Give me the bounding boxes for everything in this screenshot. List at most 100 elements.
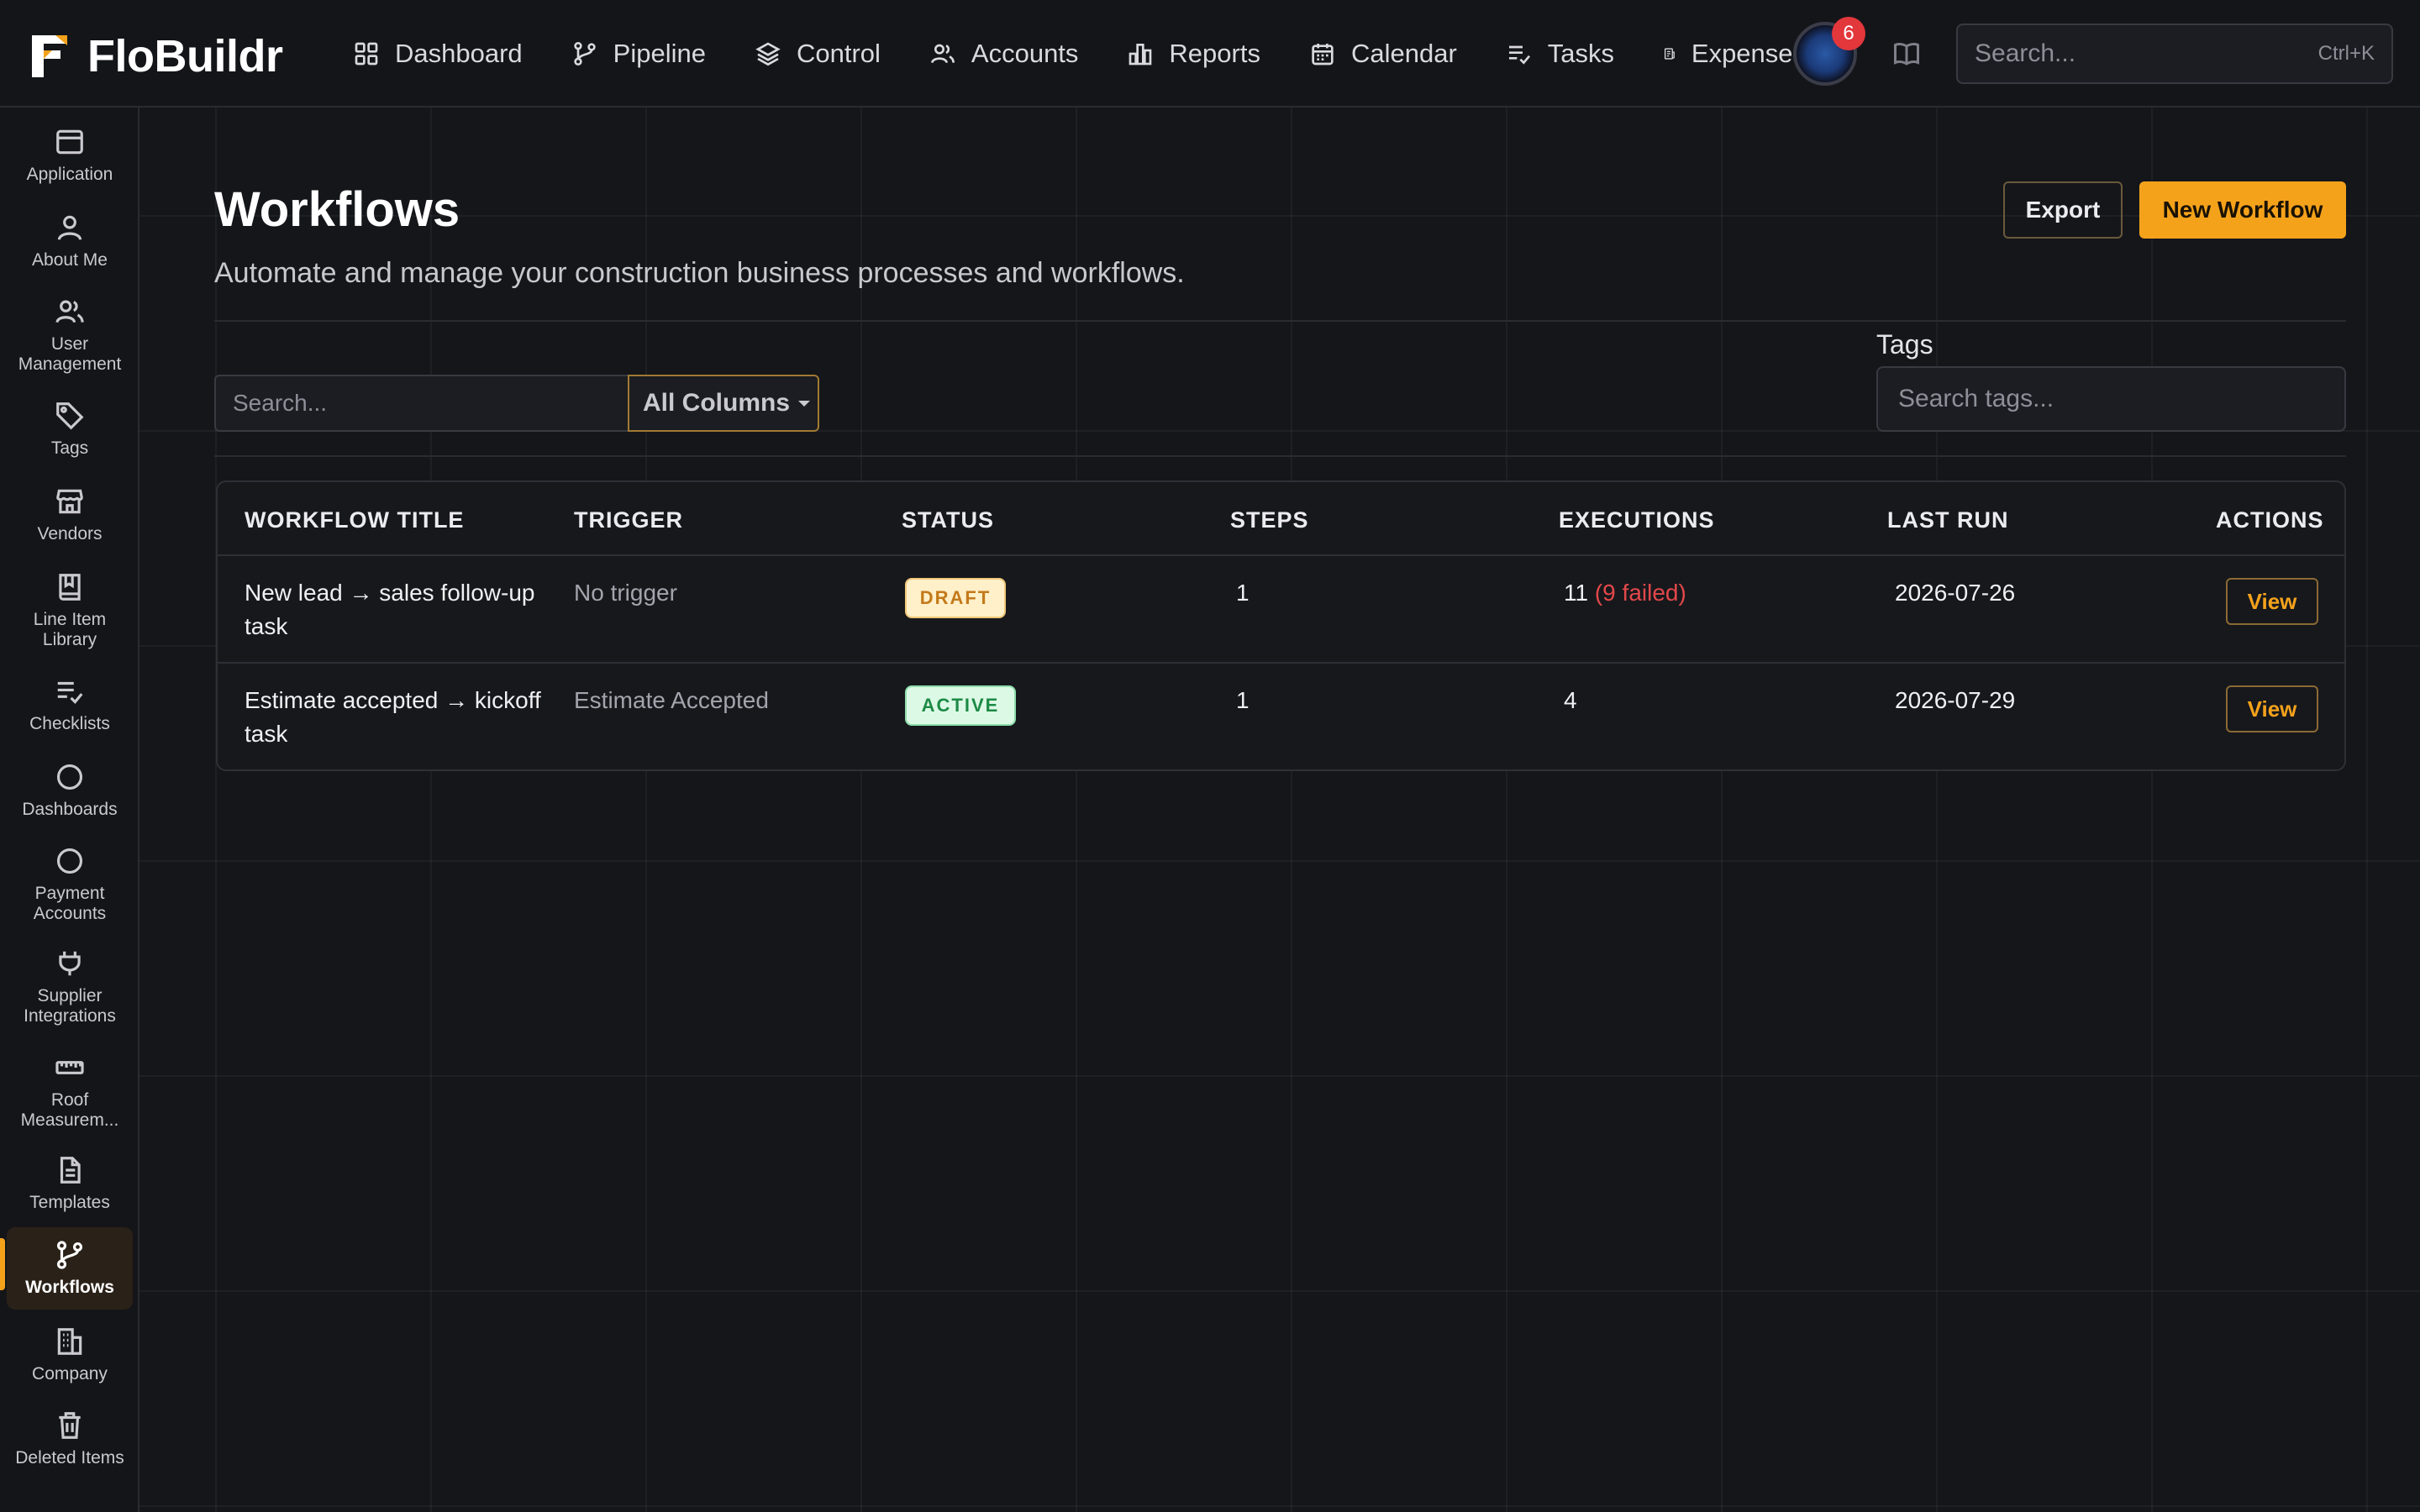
sidebar-item-workflows[interactable]: Workflows xyxy=(7,1227,133,1310)
logo-icon xyxy=(32,35,67,77)
column-header-actions: ACTIONS xyxy=(2216,507,2324,533)
sidebar-item-roof-measurements[interactable]: Roof Measurem... xyxy=(7,1052,133,1131)
branch-icon xyxy=(573,42,596,66)
status-badge: DRAFT xyxy=(905,578,1006,618)
list-check-icon xyxy=(1508,45,1530,65)
column-header-steps: STEPS xyxy=(1230,507,1309,533)
user-icon xyxy=(57,215,82,240)
nav-pipeline[interactable]: Pipeline xyxy=(571,39,706,69)
book-open-icon[interactable] xyxy=(1891,39,1923,69)
sidebar-item-supplier-integrations[interactable]: Supplier Integrations xyxy=(7,948,133,1026)
sidebar-item-label: About Me xyxy=(32,250,108,270)
sidebar-item-tags[interactable]: Tags xyxy=(7,400,133,459)
nav-calendar[interactable]: Calendar xyxy=(1309,39,1457,69)
sidebar-item-label: Company xyxy=(32,1364,108,1383)
divider xyxy=(214,320,2346,322)
building-icon xyxy=(57,1328,82,1355)
global-search-input[interactable] xyxy=(1975,39,2318,68)
page-title: Workflows xyxy=(214,182,460,237)
store-icon xyxy=(56,489,83,514)
executions-count: 4 xyxy=(1564,687,1577,713)
active-indicator xyxy=(0,1238,5,1290)
plug-icon xyxy=(59,951,81,976)
divider xyxy=(218,662,2344,664)
tags-label: Tags xyxy=(1876,329,1933,360)
tag-icon xyxy=(56,402,84,430)
branch-icon xyxy=(56,1241,83,1269)
sidebar-item-dashboards[interactable]: Dashboards xyxy=(7,761,133,820)
sidebar-item-label: Vendors xyxy=(37,524,103,543)
layers-icon xyxy=(755,42,781,66)
workflow-steps: 1 xyxy=(1236,687,1249,713)
workflow-trigger: Estimate Accepted xyxy=(574,687,769,713)
search-shortcut: Ctrl+K xyxy=(2317,42,2375,65)
nav-reports[interactable]: Reports xyxy=(1127,39,1260,69)
sidebar-item-label: Templates xyxy=(29,1193,110,1212)
workflow-steps: 1 xyxy=(1236,580,1249,606)
nav-tasks-label: Tasks xyxy=(1547,39,1615,68)
column-header-executions: EXECUTIONS xyxy=(1559,507,1715,533)
sidebar-item-vendors[interactable]: Vendors xyxy=(7,486,133,544)
tags-search-input[interactable] xyxy=(1876,366,2346,432)
new-workflow-button[interactable]: New Workflow xyxy=(2139,181,2346,239)
users-icon xyxy=(55,300,84,323)
sidebar-item-label: Workflows xyxy=(25,1278,114,1297)
nav-control[interactable]: Control xyxy=(755,39,881,69)
nav-dashboard[interactable]: Dashboard xyxy=(353,39,523,69)
sidebar-item-label: Supplier Integrations xyxy=(24,986,116,1026)
nav-pipeline-label: Pipeline xyxy=(613,39,706,68)
caret-down-icon xyxy=(798,401,811,407)
table-search-input[interactable] xyxy=(214,375,628,432)
nav-reports-label: Reports xyxy=(1169,39,1260,68)
workflow-executions: 4 xyxy=(1564,684,1577,717)
column-select-value: All Columns xyxy=(643,389,791,417)
sidebar-item-label: Line Item Library xyxy=(33,610,107,649)
global-search[interactable]: Ctrl+K xyxy=(1956,24,2393,84)
sidebar-item-label: Dashboards xyxy=(22,800,118,819)
book-icon xyxy=(59,574,81,601)
receipt-icon xyxy=(1665,48,1675,60)
ruler-icon xyxy=(55,1061,84,1074)
nav-calendar-label: Calendar xyxy=(1350,39,1457,68)
divider xyxy=(214,455,2346,457)
sidebar-item-application[interactable]: Application xyxy=(7,126,133,185)
view-button[interactable]: View xyxy=(2226,685,2318,732)
nav-tasks[interactable]: Tasks xyxy=(1506,39,1614,69)
sidebar-item-label: Payment Accounts xyxy=(33,884,107,923)
sidebar-item-label: User Management xyxy=(18,334,122,374)
executions-failed: (9 failed) xyxy=(1594,580,1686,606)
export-button[interactable]: Export xyxy=(2003,181,2123,239)
sidebar-item-label: Application xyxy=(26,165,113,184)
column-header-status: STATUS xyxy=(902,507,994,533)
sidebar-item-label: Deleted Items xyxy=(15,1448,124,1467)
sidebar-item-user-management[interactable]: User Management xyxy=(7,296,133,375)
executions-count: 11 xyxy=(1564,580,1589,606)
workflow-last-run: 2026-07-26 xyxy=(1895,580,2016,606)
main-nav: Dashboard Pipeline Control Accounts Repo… xyxy=(353,0,1806,108)
nav-accounts[interactable]: Accounts xyxy=(929,39,1079,69)
column-header-trigger: TRIGGER xyxy=(574,507,684,533)
divider xyxy=(218,554,2344,556)
sidebar-item-line-item-library[interactable]: Line Item Library xyxy=(7,571,133,650)
workflow-trigger: No trigger xyxy=(574,580,677,606)
document-icon xyxy=(60,1157,81,1184)
sidebar-item-payment-accounts[interactable]: Payment Accounts xyxy=(7,845,133,924)
nav-expenses-label: Expenses xyxy=(1691,39,1807,68)
column-select[interactable]: All Columns xyxy=(628,375,819,432)
circle-icon xyxy=(56,764,83,790)
sidebar-item-deleted-items[interactable]: Deleted Items xyxy=(7,1410,133,1468)
nav-control-label: Control xyxy=(796,39,881,68)
nav-accounts-label: Accounts xyxy=(971,39,1079,68)
sidebar-item-company[interactable]: Company xyxy=(7,1326,133,1384)
logo[interactable]: FloBuildr xyxy=(32,30,283,82)
status-badge: ACTIVE xyxy=(905,685,1016,726)
sidebar-item-templates[interactable]: Templates xyxy=(7,1154,133,1213)
page-subtitle: Automate and manage your construction bu… xyxy=(214,257,1185,289)
sidebar-item-label: Checklists xyxy=(29,714,110,733)
sidebar-item-about-me[interactable]: About Me xyxy=(7,212,133,270)
workflow-executions: 11 (9 failed) xyxy=(1564,576,1686,610)
nav-expenses[interactable]: Expenses xyxy=(1663,39,1806,69)
workflow-last-run: 2026-07-29 xyxy=(1895,687,2016,713)
view-button[interactable]: View xyxy=(2226,578,2318,625)
sidebar-item-checklists[interactable]: Checklists xyxy=(7,675,133,734)
